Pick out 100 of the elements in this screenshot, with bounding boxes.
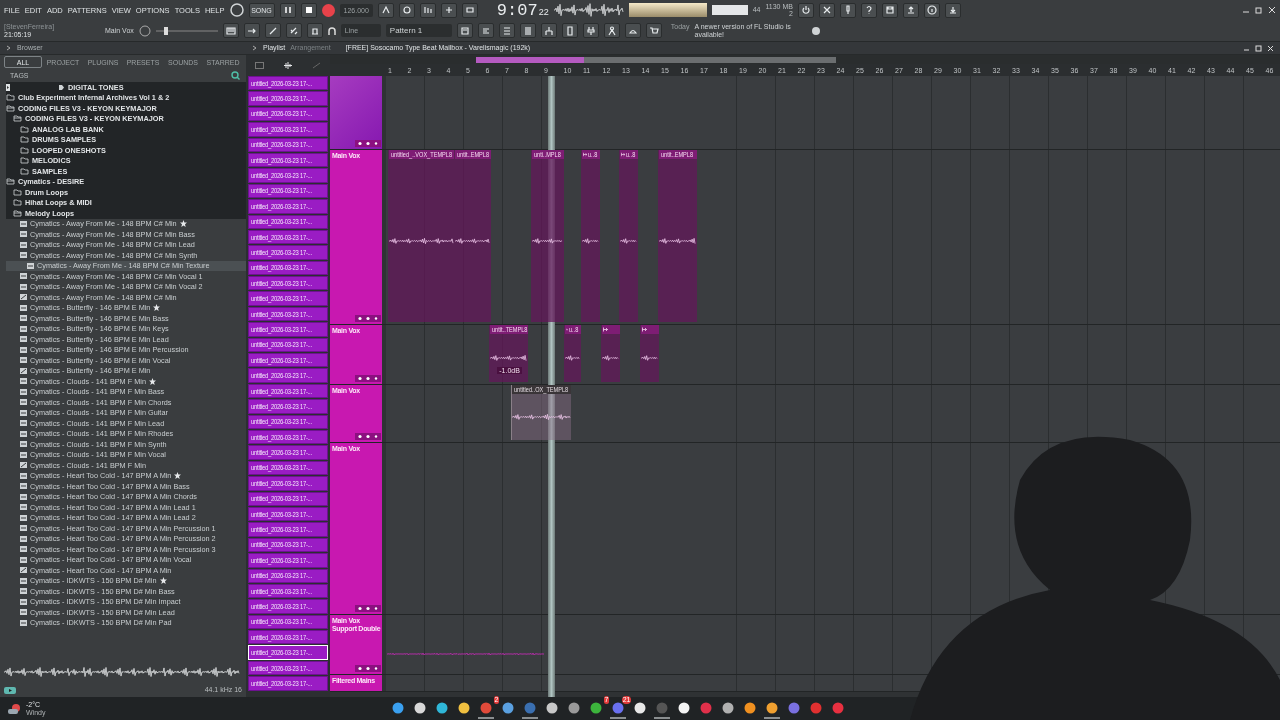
record-button[interactable]	[321, 3, 335, 17]
weather-icon	[8, 702, 22, 715]
audio-clip[interactable]	[639, 325, 659, 382]
audio-file-icon	[20, 556, 27, 563]
audio-file-icon	[27, 262, 34, 269]
waveform-icon[interactable]	[283, 62, 293, 69]
track-lane[interactable]	[386, 76, 1280, 149]
bars-icon	[422, 5, 433, 16]
overview-scrollbar[interactable]	[476, 56, 836, 63]
save-icon	[884, 5, 895, 16]
toolbar-button[interactable]	[582, 23, 599, 39]
open-folder-icon	[13, 209, 22, 217]
toolbar-button[interactable]	[498, 23, 515, 39]
audio-file-icon	[20, 577, 27, 584]
upload-icon	[905, 5, 916, 16]
knob-icon[interactable]	[138, 24, 151, 37]
mixer-icon	[522, 25, 533, 36]
knob-icon[interactable]	[229, 3, 244, 18]
toolbar-button[interactable]	[461, 2, 478, 18]
toolbar-button[interactable]	[818, 2, 835, 18]
audio-clip[interactable]	[600, 325, 620, 382]
audio-file-icon	[20, 588, 27, 595]
clip-arrow-icon	[565, 327, 568, 332]
clip-arrow-icon	[583, 152, 588, 157]
toolbar-button[interactable]	[797, 2, 814, 18]
toolbar-button[interactable]	[860, 2, 877, 18]
toolbar-button[interactable]	[902, 2, 919, 18]
waveform-drawing	[564, 354, 581, 362]
toolbar-button[interactable]	[306, 23, 323, 39]
piano-roll-icon	[480, 25, 491, 36]
toolbar-button[interactable]	[923, 2, 940, 18]
clip-arrow-icon	[641, 327, 647, 332]
loop-icon	[464, 5, 475, 16]
search-icon[interactable]	[231, 71, 240, 80]
toolbar-button[interactable]	[264, 23, 281, 39]
audio-file-icon	[20, 325, 27, 332]
pattern-select[interactable]: Pattern 1	[385, 24, 452, 38]
open-folder-icon	[6, 104, 15, 112]
track-controls-icon[interactable]	[355, 140, 381, 147]
tempo-icon	[380, 5, 391, 16]
track-controls-icon[interactable]	[355, 315, 381, 322]
star-icon	[179, 220, 187, 228]
toolbar-button[interactable]	[222, 23, 239, 39]
hat-icon	[309, 25, 320, 36]
waveform-drawing	[490, 354, 529, 362]
audio-file-icon	[20, 304, 27, 311]
toolbar-button[interactable]	[839, 2, 856, 18]
track-controls-icon[interactable]	[355, 665, 381, 672]
toolbar-button[interactable]	[645, 23, 662, 39]
track-controls-icon[interactable]	[355, 375, 381, 382]
play-preview-icon[interactable]	[4, 686, 16, 694]
clip-arrow-icon	[602, 327, 608, 332]
close-icon[interactable]	[1268, 6, 1276, 15]
globe-icon[interactable]	[811, 25, 822, 36]
audio-file-icon	[20, 483, 27, 490]
link-icon	[288, 25, 299, 36]
toolbar-button[interactable]	[398, 2, 415, 18]
audio-file-icon	[20, 493, 27, 500]
restore-icon[interactable]	[1255, 44, 1262, 52]
toolbar-button[interactable]	[285, 23, 302, 39]
toolbar-button[interactable]	[881, 2, 898, 18]
keyboard-icon[interactable]	[255, 62, 265, 69]
toolbar-button[interactable]	[243, 23, 260, 39]
midi-file-icon	[20, 294, 27, 301]
song-time: 9:07	[496, 0, 538, 20]
waveform-drawing	[511, 413, 571, 421]
audio-file-icon	[20, 231, 27, 238]
audio-file-icon	[20, 514, 27, 521]
cart-icon	[648, 25, 659, 36]
magnet-icon	[327, 26, 336, 35]
toolbar-button[interactable]	[419, 2, 436, 18]
track-controls-icon[interactable]	[355, 433, 381, 440]
stop-button[interactable]	[300, 2, 317, 18]
audio-file-icon	[20, 399, 27, 406]
toolbar-button[interactable]	[944, 2, 961, 18]
track-controls-icon[interactable]	[355, 605, 381, 612]
person-icon	[606, 25, 617, 36]
audio-file-icon	[20, 472, 27, 479]
midi-file-icon	[20, 567, 27, 574]
restore-icon[interactable]	[1255, 6, 1263, 15]
pause-icon	[284, 7, 291, 14]
toolbar-button[interactable]	[477, 23, 494, 39]
toolbar-button[interactable]	[377, 2, 394, 18]
audio-file-icon	[20, 357, 27, 364]
toolbar-button[interactable]	[624, 23, 641, 39]
toolbar-button[interactable]	[456, 23, 473, 39]
toolbar-button[interactable]	[561, 23, 578, 39]
clip-arrow-icon	[621, 152, 626, 157]
close-icon[interactable]	[1267, 44, 1274, 52]
audio-file-icon	[20, 609, 27, 616]
toolbar-button[interactable]	[603, 23, 620, 39]
pause-button[interactable]	[279, 2, 296, 18]
audio-file-icon	[20, 535, 27, 542]
toolbar-button[interactable]	[540, 23, 557, 39]
level-meter-drawing	[711, 5, 748, 16]
pencil-icon	[267, 25, 278, 36]
toolbar-button[interactable]	[519, 23, 536, 39]
audio-file-icon	[20, 441, 27, 448]
plug-icon	[585, 25, 596, 36]
toolbar-button[interactable]	[440, 2, 457, 18]
